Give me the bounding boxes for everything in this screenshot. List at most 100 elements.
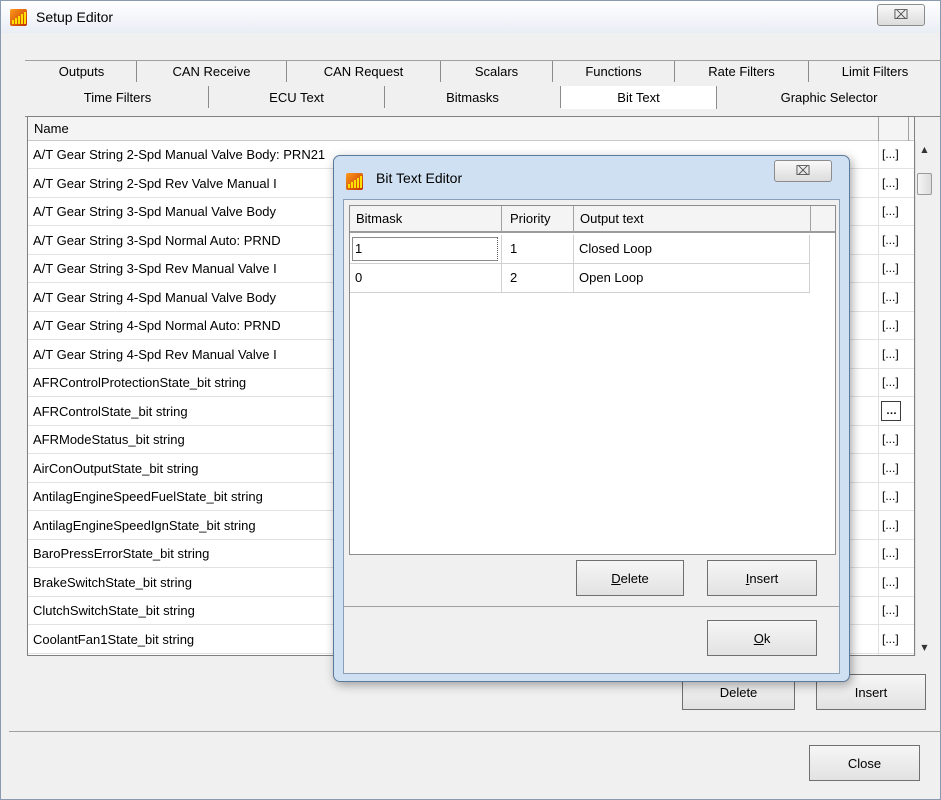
output-text-cell[interactable]: Closed Loop bbox=[579, 241, 652, 256]
bit-string-name[interactable]: AntilagEngineSpeedFuelState_bit string bbox=[33, 489, 263, 504]
table-row[interactable]: 0 2 Open Loop bbox=[350, 264, 810, 293]
scroll-down-arrow-icon[interactable]: ▼ bbox=[916, 639, 933, 656]
scroll-thumb[interactable] bbox=[917, 173, 932, 195]
output-text-cell[interactable]: Open Loop bbox=[579, 270, 643, 285]
column-divider bbox=[573, 264, 574, 293]
tab-limit-filters[interactable]: Limit Filters bbox=[809, 60, 941, 82]
tab-outputs[interactable]: Outputs bbox=[27, 60, 137, 82]
bit-string-name[interactable]: A/T Gear String 2-Spd Rev Valve Manual I bbox=[33, 176, 277, 191]
edit-ellipsis-button[interactable]: [...] bbox=[882, 290, 899, 304]
bit-string-name[interactable]: A/T Gear String 3-Spd Manual Valve Body bbox=[33, 204, 276, 219]
dialog-insert-button[interactable]: Insert bbox=[707, 560, 817, 596]
column-header-priority[interactable]: Priority bbox=[510, 211, 550, 226]
close-icon[interactable]: ⌧ bbox=[877, 4, 925, 26]
edit-ellipsis-button[interactable]: [...] bbox=[882, 489, 899, 503]
edit-ellipsis-button[interactable]: [...] bbox=[882, 603, 899, 617]
edit-ellipsis-button[interactable]: [...] bbox=[882, 546, 899, 560]
bit-string-name[interactable]: AFRControlState_bit string bbox=[33, 404, 188, 419]
tab-time-filters[interactable]: Time Filters bbox=[27, 86, 209, 108]
bit-string-name[interactable]: A/T Gear String 3-Spd Normal Auto: PRND bbox=[33, 233, 281, 248]
dialog-divider bbox=[344, 606, 839, 607]
tab-bit-text[interactable]: Bit Text bbox=[561, 86, 717, 109]
app-icon bbox=[346, 173, 363, 190]
column-header-output-text[interactable]: Output text bbox=[580, 211, 644, 226]
bit-string-name[interactable]: AFRModeStatus_bit string bbox=[33, 432, 185, 447]
bit-string-name[interactable]: ClutchSwitchState_bit string bbox=[33, 603, 195, 618]
bitmask-cell[interactable]: 1 bbox=[355, 241, 362, 256]
delete-hotkey: D bbox=[611, 570, 621, 586]
bit-string-name[interactable]: A/T Gear String 2-Spd Manual Valve Body:… bbox=[33, 147, 325, 162]
tab-ecu-text[interactable]: ECU Text bbox=[209, 86, 385, 108]
column-divider bbox=[501, 206, 502, 231]
grid-header: Name bbox=[28, 117, 914, 141]
column-divider bbox=[573, 235, 574, 264]
column-divider bbox=[809, 235, 810, 264]
edit-ellipsis-button[interactable]: [...] bbox=[882, 147, 899, 161]
ok-button[interactable]: Ok bbox=[707, 620, 817, 656]
bit-string-name[interactable]: AFRControlProtectionState_bit string bbox=[33, 375, 246, 390]
edit-ellipsis-button[interactable]: [...] bbox=[882, 632, 899, 646]
edit-ellipsis-button[interactable]: [...] bbox=[882, 518, 899, 532]
tab-rate-filters[interactable]: Rate Filters bbox=[675, 60, 809, 82]
table-header: Bitmask Priority Output text bbox=[350, 206, 835, 233]
tab-functions[interactable]: Functions bbox=[553, 60, 675, 82]
column-divider bbox=[573, 206, 574, 231]
vertical-scrollbar[interactable]: ▲ ▼ bbox=[915, 141, 932, 656]
bit-text-editor-dialog: Bit Text Editor ⌧ Bitmask Priority Outpu… bbox=[333, 155, 850, 682]
dialog-title: Bit Text Editor bbox=[376, 170, 463, 186]
tab-can-request[interactable]: CAN Request bbox=[287, 60, 441, 82]
edit-ellipsis-button[interactable]: [...] bbox=[882, 375, 899, 389]
column-divider bbox=[878, 117, 879, 141]
column-divider bbox=[501, 264, 502, 293]
bit-string-name[interactable]: A/T Gear String 4-Spd Normal Auto: PRND bbox=[33, 318, 281, 333]
column-header-bitmask[interactable]: Bitmask bbox=[356, 211, 402, 226]
bit-string-name[interactable]: A/T Gear String 4-Spd Rev Manual Valve I bbox=[33, 347, 277, 362]
edit-ellipsis-button[interactable]: [...] bbox=[882, 204, 899, 218]
priority-cell[interactable]: 1 bbox=[510, 241, 517, 256]
edit-ellipsis-button[interactable]: [...] bbox=[882, 261, 899, 275]
tab-divider bbox=[25, 60, 941, 61]
dialog-delete-button[interactable]: Delete bbox=[576, 560, 684, 596]
bitmask-cell[interactable]: 0 bbox=[355, 270, 362, 285]
window-title: Setup Editor bbox=[36, 9, 114, 25]
bit-string-name[interactable]: BaroPressErrorState_bit string bbox=[33, 546, 209, 561]
close-button[interactable]: Close bbox=[809, 745, 920, 781]
bit-string-name[interactable]: BrakeSwitchState_bit string bbox=[33, 575, 192, 590]
bit-string-name[interactable]: A/T Gear String 3-Spd Rev Manual Valve I bbox=[33, 261, 277, 276]
app-icon bbox=[10, 9, 27, 26]
edit-ellipsis-button[interactable]: [...] bbox=[882, 233, 899, 247]
table-row[interactable]: 1 1 Closed Loop bbox=[350, 235, 810, 264]
dialog-body: Bitmask Priority Output text 1 1 Closed … bbox=[343, 199, 840, 674]
tab-row-2: Time Filters ECU Text Bitmasks Bit Text … bbox=[27, 86, 941, 109]
ok-hotkey: O bbox=[753, 630, 764, 646]
title-bar[interactable]: Setup Editor ⌧ bbox=[1, 1, 940, 33]
priority-cell[interactable]: 2 bbox=[510, 270, 517, 285]
insert-label: nsert bbox=[749, 570, 779, 586]
close-icon[interactable]: ⌧ bbox=[774, 160, 832, 182]
edit-ellipsis-button[interactable]: [...] bbox=[882, 176, 899, 190]
tab-scalars[interactable]: Scalars bbox=[441, 60, 553, 82]
bit-string-name[interactable]: CoolantFan1State_bit string bbox=[33, 632, 194, 647]
edit-ellipsis-button[interactable]: … bbox=[881, 400, 901, 421]
bit-string-name[interactable]: AntilagEngineSpeedIgnState_bit string bbox=[33, 518, 256, 533]
column-divider bbox=[809, 264, 810, 293]
edit-ellipsis-button[interactable]: [...] bbox=[882, 318, 899, 332]
scroll-up-arrow-icon[interactable]: ▲ bbox=[916, 141, 933, 158]
tab-bitmasks[interactable]: Bitmasks bbox=[385, 86, 561, 108]
edit-ellipsis-button[interactable]: [...] bbox=[882, 432, 899, 446]
edit-ellipsis-button[interactable]: [...] bbox=[882, 347, 899, 361]
edit-ellipsis-button[interactable]: [...] bbox=[882, 461, 899, 475]
bit-text-table[interactable]: Bitmask Priority Output text 1 1 Closed … bbox=[349, 205, 836, 555]
column-header-name[interactable]: Name bbox=[34, 121, 69, 136]
bitmask-edit-field[interactable] bbox=[352, 237, 498, 261]
ok-label: k bbox=[763, 630, 771, 646]
bit-string-name[interactable]: AirConOutputState_bit string bbox=[33, 461, 198, 476]
edit-ellipsis-button[interactable]: [...] bbox=[882, 575, 899, 589]
delete-label: elete bbox=[620, 570, 649, 586]
footer-divider bbox=[9, 731, 941, 732]
bit-string-name[interactable]: A/T Gear String 4-Spd Manual Valve Body bbox=[33, 290, 276, 305]
column-divider bbox=[810, 206, 811, 231]
tab-graphic-selector[interactable]: Graphic Selector bbox=[717, 86, 941, 108]
column-divider bbox=[908, 117, 909, 141]
tab-can-receive[interactable]: CAN Receive bbox=[137, 60, 287, 82]
